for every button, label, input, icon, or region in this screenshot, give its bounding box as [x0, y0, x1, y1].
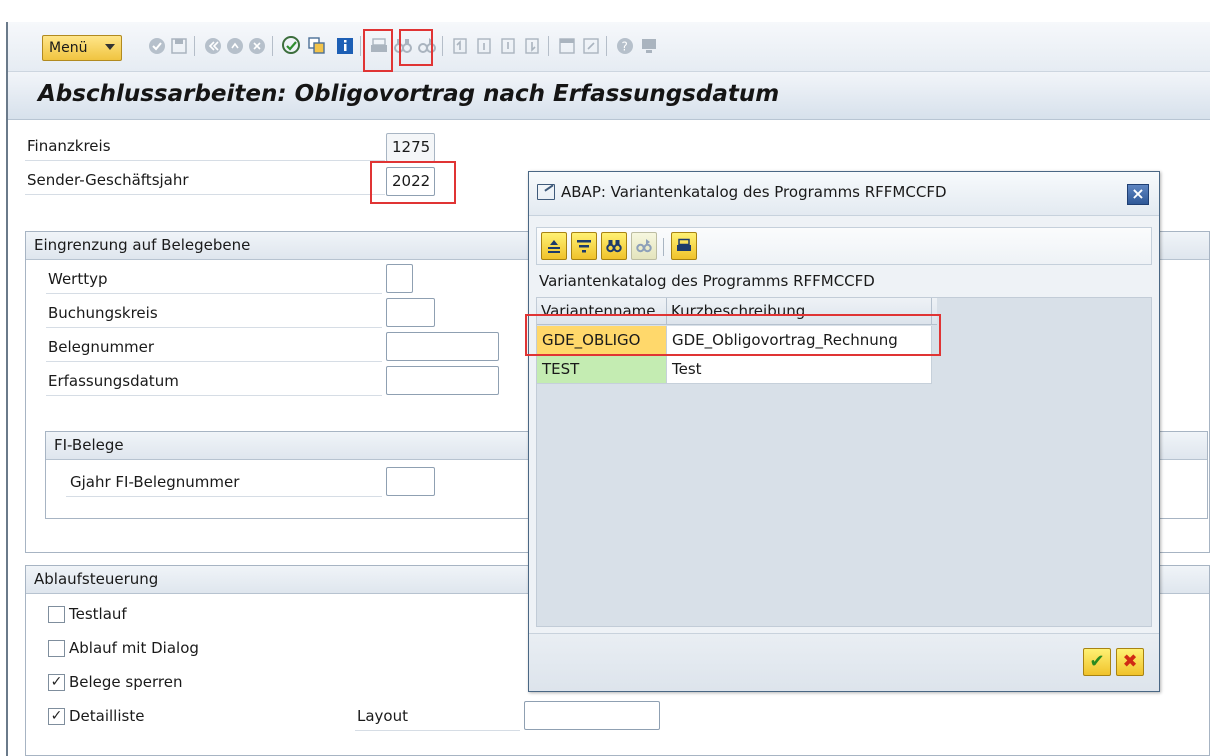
find-next-icon[interactable]: [631, 232, 657, 260]
highlight-get-variant: [399, 29, 433, 66]
testlauf-label: Testlauf: [69, 605, 127, 623]
gjahr-label: Gjahr FI-Belegnummer: [70, 473, 240, 491]
werttyp-field[interactable]: [386, 264, 413, 293]
gjahr-field[interactable]: [386, 467, 435, 496]
caret-down-icon: [105, 44, 115, 50]
dialog-toolbar: [536, 227, 1152, 265]
detailliste-checkbox[interactable]: ✓: [48, 708, 65, 725]
highlight-geschaeftsjahr: [370, 161, 456, 204]
variant-name-cell[interactable]: TEST: [537, 355, 667, 384]
execute-icon[interactable]: [280, 34, 302, 58]
sort-ascending-icon[interactable]: [541, 232, 567, 260]
back-icon[interactable]: [202, 34, 224, 58]
testlauf-checkbox[interactable]: [48, 606, 65, 623]
save-icon[interactable]: [168, 34, 190, 58]
toolbar-separator: [272, 36, 273, 56]
row-divider: [46, 395, 382, 396]
row-divider: [46, 361, 382, 362]
detailliste-label: Detailliste: [69, 707, 145, 725]
row-divider: [66, 496, 382, 497]
dialog-title-bar: ABAP: Variantenkatalog des Programms RFF…: [529, 172, 1159, 216]
print-icon[interactable]: [671, 232, 697, 260]
dialog-footer: ✔ ✖: [529, 633, 1159, 691]
toolbar-separator: [194, 36, 195, 56]
variant-catalog-dialog: ABAP: Variantenkatalog des Programms RFF…: [525, 171, 1160, 692]
next-page-icon[interactable]: [498, 34, 520, 58]
row-divider: [25, 194, 385, 195]
toolbar-separator: [360, 36, 361, 56]
toolbar-separator: [606, 36, 607, 56]
geschaeftsjahr-label: Sender-Geschäftsjahr: [27, 171, 189, 189]
toolbar-separator: [548, 36, 549, 56]
finanzkreis-field[interactable]: 1275: [386, 133, 435, 162]
cancel-button[interactable]: ✖: [1116, 648, 1144, 676]
menu-button-label: Menü: [49, 40, 88, 56]
info-icon[interactable]: [334, 34, 356, 58]
sap-window: Menü ? Abschlussarbeiten: Obligovortrag …: [0, 0, 1218, 756]
highlight-execute: [363, 29, 393, 72]
erfassungsdatum-label: Erfassungsdatum: [48, 372, 179, 390]
belegnummer-label: Belegnummer: [48, 338, 155, 356]
ablauf-dialog-checkbox[interactable]: [48, 640, 65, 657]
catalog-heading: Variantenkatalog des Programms RFFMCCFD: [539, 272, 875, 290]
svg-text:?: ?: [622, 40, 628, 54]
find-icon[interactable]: [601, 232, 627, 260]
buchungskreis-field[interactable]: [386, 298, 435, 327]
dialog-title: ABAP: Variantenkatalog des Programms RFF…: [561, 183, 947, 201]
row-divider: [46, 327, 382, 328]
ok-button[interactable]: ✔: [1083, 648, 1111, 676]
menu-button[interactable]: Menü: [42, 35, 122, 61]
enter-icon[interactable]: [146, 34, 168, 58]
application-toolbar: Menü ?: [8, 22, 1210, 72]
last-page-icon[interactable]: [522, 34, 544, 58]
page-title: Abschlussarbeiten: Obligovortrag nach Er…: [38, 81, 780, 107]
cancel-icon[interactable]: [246, 34, 268, 58]
layout-label: Layout: [357, 707, 408, 725]
toolbar-separator: [663, 238, 664, 256]
belege-sperren-checkbox[interactable]: ✓: [48, 674, 65, 691]
erfassungsdatum-field[interactable]: [386, 366, 499, 395]
werttyp-label: Werttyp: [48, 270, 108, 288]
window-border: [6, 22, 8, 756]
row-divider: [25, 160, 385, 161]
layout-field[interactable]: [524, 701, 660, 730]
filter-icon[interactable]: [571, 232, 597, 260]
shortcut-icon[interactable]: [580, 34, 602, 58]
previous-page-icon[interactable]: [474, 34, 496, 58]
belege-sperren-label: Belege sperren: [69, 673, 183, 691]
layout-icon[interactable]: [638, 34, 660, 58]
ablauf-dialog-label: Ablauf mit Dialog: [69, 639, 199, 657]
row-divider: [46, 293, 382, 294]
edit-window-icon: [537, 184, 555, 200]
title-bar: Abschlussarbeiten: Obligovortrag nach Er…: [8, 72, 1210, 120]
get-variant-icon[interactable]: [306, 34, 328, 58]
close-button[interactable]: ×: [1127, 184, 1149, 205]
new-session-icon[interactable]: [556, 34, 578, 58]
finanzkreis-label: Finanzkreis: [27, 137, 111, 155]
first-page-icon[interactable]: [450, 34, 472, 58]
row-divider: [355, 730, 520, 731]
toolbar-separator: [442, 36, 443, 56]
exit-icon[interactable]: [224, 34, 246, 58]
variant-description-cell[interactable]: Test: [667, 355, 932, 384]
table-row[interactable]: TEST Test: [537, 355, 937, 384]
belegnummer-field[interactable]: [386, 332, 499, 361]
highlight-selected-variant: [525, 314, 941, 356]
buchungskreis-label: Buchungskreis: [48, 304, 158, 322]
help-icon[interactable]: ?: [614, 34, 636, 58]
